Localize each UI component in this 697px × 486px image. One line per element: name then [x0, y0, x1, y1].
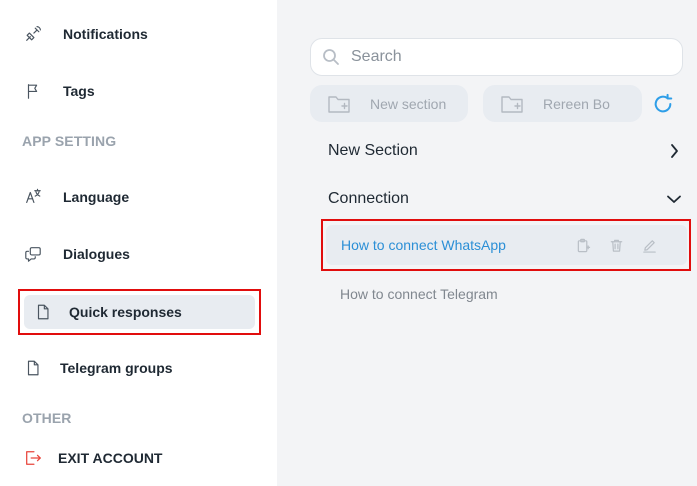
group-row-new-section[interactable]: New Section	[328, 137, 683, 165]
new-section-label: New section	[370, 95, 447, 112]
sidebar-item-label: Notifications	[63, 26, 148, 42]
sidebar: Notifications Tags APP SETTING Language	[0, 0, 277, 486]
question-item-telegram[interactable]: How to connect Telegram	[340, 286, 498, 302]
new-question-button[interactable]: Rereen Bo	[483, 85, 642, 122]
search-icon	[321, 47, 341, 67]
exit-account-label: EXIT ACCOUNT	[58, 450, 163, 466]
copy-icon[interactable]	[575, 237, 591, 253]
folder-icon	[500, 93, 524, 115]
sidebar-item-label: Tags	[63, 83, 95, 99]
new-section-button[interactable]: New section	[310, 85, 468, 122]
active-highlight: Quick responses	[24, 295, 255, 329]
question-actions	[558, 237, 657, 253]
group-row-connection[interactable]: Connection	[328, 185, 683, 213]
edit-icon[interactable]	[641, 237, 657, 253]
translate-icon	[22, 186, 44, 208]
chat-icon	[22, 243, 44, 265]
sidebar-item-label: Dialogues	[63, 246, 130, 262]
satellite-icon	[22, 23, 44, 45]
exit-account-button[interactable]: EXIT ACCOUNT	[22, 440, 162, 476]
question-title[interactable]: How to connect WhatsApp	[341, 237, 558, 253]
logout-icon	[22, 447, 44, 469]
chevron-right-icon[interactable]	[665, 142, 683, 160]
new-question-label: Rereen Bo	[543, 95, 610, 112]
sidebar-item-label: Telegram groups	[60, 360, 173, 376]
flag-icon	[22, 80, 44, 102]
main-panel: New section Rereen Bo New Section	[277, 0, 697, 486]
search-input[interactable]	[351, 48, 651, 66]
sidebar-item-label: Quick responses	[69, 304, 182, 320]
sidebar-item-telegram-groups[interactable]: Telegram groups	[22, 350, 173, 386]
group-title: New Section	[328, 142, 418, 159]
question-item-whatsapp[interactable]: How to connect WhatsApp	[321, 219, 691, 271]
sidebar-item-label: Language	[63, 189, 130, 205]
sidebar-item-quick-responses[interactable]: Quick responses	[18, 289, 261, 335]
group-title: Connection	[328, 190, 409, 207]
document-icon	[22, 357, 44, 379]
sidebar-item-dialogues[interactable]: Dialogues	[22, 236, 130, 272]
document-icon	[32, 301, 54, 323]
section-label-app-setting: APP SETTING	[22, 133, 117, 149]
sidebar-item-notifications[interactable]: Notifications	[22, 16, 148, 52]
sidebar-item-language[interactable]: Language	[22, 179, 129, 215]
refresh-icon[interactable]	[651, 92, 675, 116]
chevron-down-icon[interactable]	[665, 190, 683, 208]
trash-icon[interactable]	[608, 237, 624, 253]
folder-add-icon	[327, 93, 351, 115]
section-label-other: OTHER	[22, 410, 72, 426]
question-active-highlight: How to connect WhatsApp	[326, 225, 687, 265]
sidebar-item-tags[interactable]: Tags	[22, 73, 95, 109]
search-box[interactable]	[310, 38, 683, 76]
